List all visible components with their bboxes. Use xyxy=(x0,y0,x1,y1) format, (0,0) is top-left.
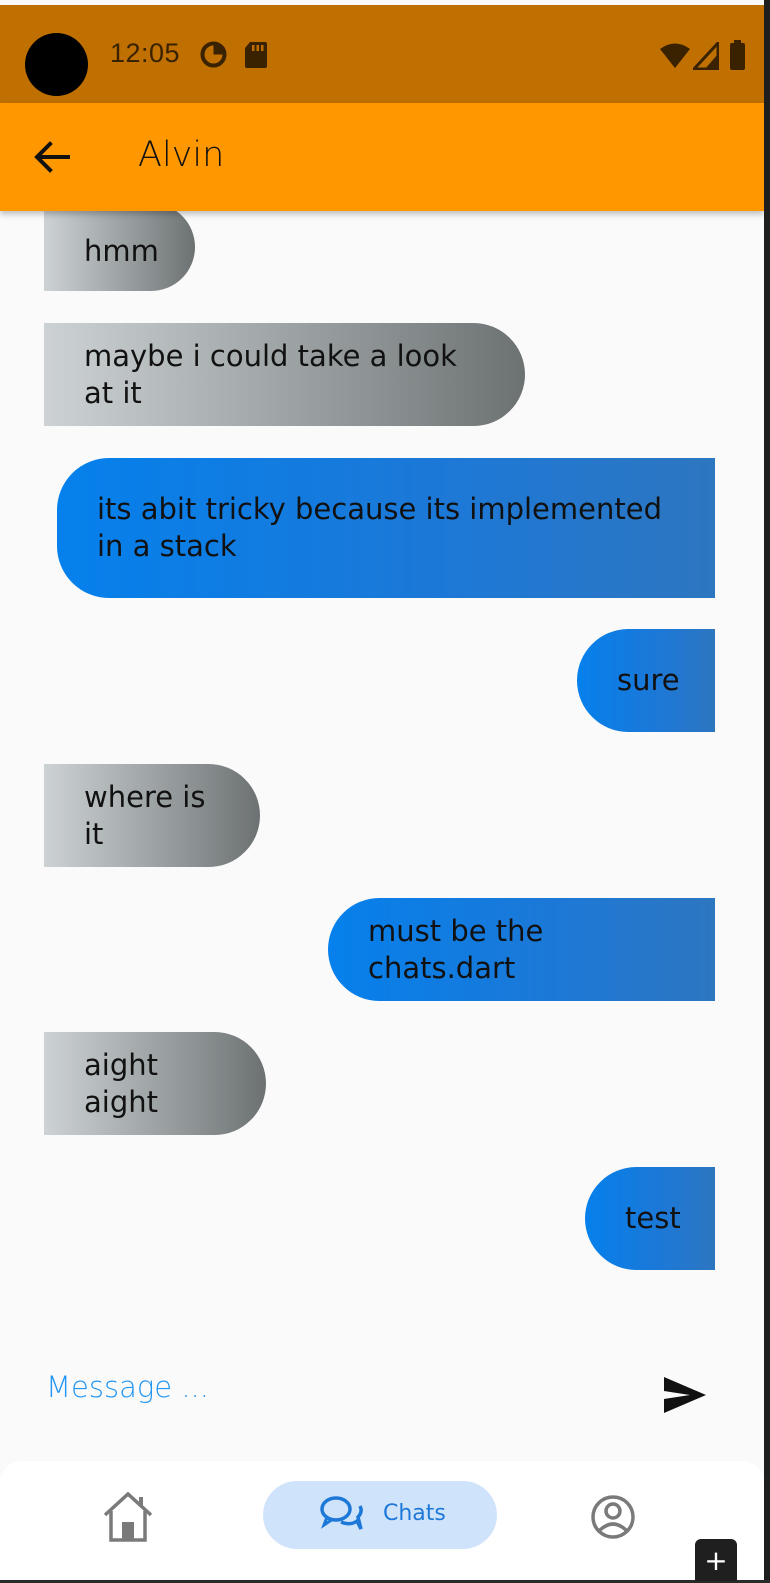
data-saver-icon xyxy=(200,41,227,68)
message-text: sure xyxy=(617,663,680,697)
message-text: aight aight xyxy=(84,1047,158,1119)
outgoing-message: sure xyxy=(577,629,715,732)
screen-edge xyxy=(764,0,770,1580)
incoming-message: where is it xyxy=(44,764,260,867)
add-button[interactable]: + xyxy=(695,1539,737,1581)
outgoing-message: must be the chats.dart xyxy=(328,898,715,1001)
message-text: where is it xyxy=(84,779,206,851)
chat-screen: 12:05 Alvin hmm maybe i could take a loo… xyxy=(0,0,764,1580)
message-list[interactable]: hmm maybe i could take a look at it its … xyxy=(0,211,764,1291)
wifi-icon xyxy=(660,43,690,68)
send-icon[interactable] xyxy=(660,1373,710,1417)
message-text: hmm xyxy=(84,233,159,268)
outgoing-message: test xyxy=(585,1167,715,1270)
outgoing-message: its abit tricky because its implemented … xyxy=(57,458,715,598)
chat-title: Alvin xyxy=(138,135,225,175)
account-circle-icon[interactable] xyxy=(590,1494,636,1540)
nav-chats-tab[interactable]: Chats xyxy=(263,1481,497,1549)
signal-icon xyxy=(693,42,719,70)
nav-chats-label: Chats xyxy=(383,1501,446,1526)
chat-bubbles-icon xyxy=(320,1496,363,1530)
bottom-navigation: Chats xyxy=(0,1461,764,1580)
incoming-message: aight aight xyxy=(44,1032,266,1135)
sd-card-icon xyxy=(245,42,267,68)
status-bar: 12:05 xyxy=(0,5,764,103)
arrow-left-icon[interactable] xyxy=(28,133,76,181)
message-text: test xyxy=(625,1201,681,1235)
status-time: 12:05 xyxy=(110,38,181,68)
message-text: maybe i could take a look at it xyxy=(84,338,457,410)
message-composer xyxy=(0,1291,764,1461)
incoming-message: maybe i could take a look at it xyxy=(44,323,525,426)
app-bar: Alvin xyxy=(0,103,764,211)
incoming-message: hmm xyxy=(44,211,195,291)
message-text: its abit tricky because its implemented … xyxy=(97,492,662,563)
battery-icon xyxy=(730,40,745,70)
camera-cutout xyxy=(25,33,88,96)
home-icon[interactable] xyxy=(100,1491,156,1543)
message-text: must be the chats.dart xyxy=(368,913,544,985)
message-input[interactable] xyxy=(44,1361,608,1413)
